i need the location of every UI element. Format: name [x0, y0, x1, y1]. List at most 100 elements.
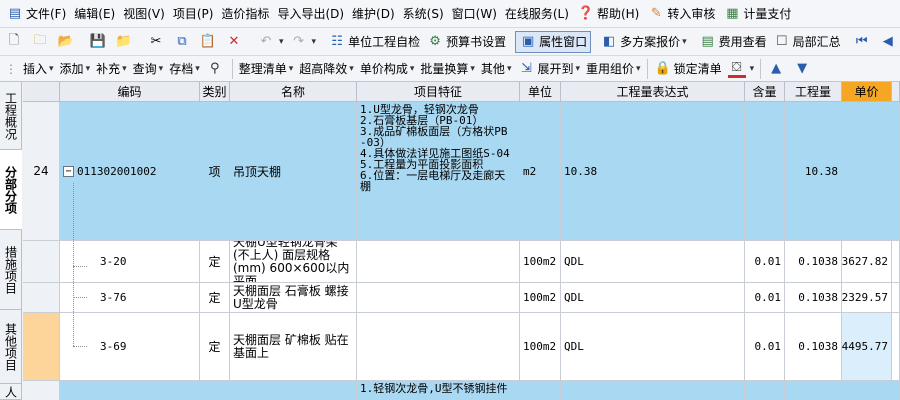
row-content-cell[interactable] — [745, 102, 785, 241]
column-header-quantity[interactable]: 工程量 — [785, 82, 842, 102]
menu-view[interactable]: 视图(V) — [119, 0, 169, 28]
column-header-category[interactable]: 类别 — [200, 82, 230, 102]
row-expression-cell[interactable]: 10.38 — [561, 102, 745, 241]
row-number[interactable] — [23, 241, 60, 283]
move-up-icon[interactable]: ▲ — [764, 57, 790, 81]
menu-cost-index[interactable]: 造价指标 — [217, 0, 273, 28]
organize-list-button[interactable]: 整理清单 — [236, 57, 297, 81]
menu-help[interactable]: ❓ 帮助(H) — [573, 0, 643, 28]
menu-measure-payment[interactable]: ▦ 计量支付 — [719, 0, 795, 28]
row-code-cell[interactable] — [60, 381, 200, 400]
cut-icon[interactable]: ✂ — [144, 30, 170, 54]
row-category-cell[interactable]: 定 — [200, 283, 230, 313]
row-features-cell[interactable] — [357, 241, 520, 283]
row-unit-cell[interactable]: 100m2 — [520, 241, 561, 283]
menu-edit[interactable]: 编辑(E) — [70, 0, 119, 28]
supplement-button[interactable]: 补充 — [93, 57, 130, 81]
batch-convert-button[interactable]: 批量换算 — [417, 57, 478, 81]
column-header-features[interactable]: 项目特征 — [357, 82, 520, 102]
row-price-cell[interactable] — [842, 102, 892, 241]
row-code-cell[interactable]: −011302001002 — [60, 102, 200, 241]
row-number[interactable]: 24 — [23, 102, 60, 241]
column-header-unit[interactable]: 单位 — [520, 82, 561, 102]
column-header-expression[interactable]: 工程量表达式 — [561, 82, 745, 102]
row-code-cell[interactable]: 3-20 — [60, 241, 200, 283]
fee-view-button[interactable]: ▤ 费用查看 — [696, 30, 770, 54]
row-content-cell[interactable]: 0.01 — [745, 313, 785, 381]
row-category-cell[interactable]: 项 — [200, 102, 230, 241]
tab-other-items[interactable]: 其他项目 — [0, 310, 22, 384]
column-header-name[interactable]: 名称 — [230, 82, 357, 102]
fill-color-button[interactable]: ⛋ — [725, 57, 758, 81]
row-quantity-cell[interactable] — [785, 381, 842, 400]
row-content-cell[interactable] — [745, 381, 785, 400]
row-features-cell[interactable] — [357, 313, 520, 381]
new-icon[interactable]: 🗋 — [2, 30, 28, 54]
row-category-cell[interactable]: 定 — [200, 313, 230, 381]
row-category-cell[interactable] — [200, 381, 230, 400]
row-content-cell[interactable]: 0.01 — [745, 241, 785, 283]
tab-more[interactable]: 人 — [0, 384, 22, 400]
row-number[interactable] — [23, 283, 60, 313]
row-name-cell[interactable]: 天棚面层 石膏板 螺接U型龙骨 — [230, 283, 357, 313]
row-content-cell[interactable]: 0.01 — [745, 283, 785, 313]
budget-settings-button[interactable]: ⚙ 预算书设置 — [423, 30, 509, 54]
row-features-cell[interactable]: 1.U型龙骨，轻钢次龙骨 2.石膏板基层（PB-01） 3.成品矿棉板面层（方格… — [357, 102, 520, 241]
row-unit-cell[interactable] — [520, 381, 561, 400]
row-price-cell[interactable]: 2329.57 — [842, 283, 892, 313]
row-unit-cell[interactable]: 100m2 — [520, 313, 561, 381]
binoculars-icon[interactable]: ⚲ — [203, 57, 229, 81]
menu-import-export[interactable]: 导入导出(D) — [273, 0, 348, 28]
partial-summary-button[interactable]: ☐ 局部汇总 — [770, 30, 844, 54]
height-reduction-button[interactable]: 超高降效 — [296, 57, 357, 81]
row-quantity-cell[interactable]: 0.1038 — [785, 313, 842, 381]
row-number[interactable] — [23, 313, 60, 381]
row-expression-cell[interactable] — [561, 381, 745, 400]
collapse-icon[interactable]: − — [63, 165, 74, 177]
lock-list-button[interactable]: 🔒 锁定清单 — [651, 57, 725, 81]
column-header-code[interactable]: 编码 — [60, 82, 200, 102]
new-project-icon[interactable]: 🗀 — [28, 30, 54, 54]
row-price-cell[interactable]: 3627.82 — [842, 241, 892, 283]
other-button[interactable]: 其他 — [478, 57, 515, 81]
row-code-cell[interactable]: 3-76 — [60, 283, 200, 313]
copy-icon[interactable]: ⧉ — [170, 30, 196, 54]
unit-composition-button[interactable]: 单价构成 — [357, 57, 418, 81]
row-code-cell[interactable]: 3-69 — [60, 313, 200, 381]
menu-system[interactable]: 系统(S) — [399, 0, 448, 28]
paste-icon[interactable]: 📋 — [196, 30, 222, 54]
insert-button[interactable]: 插入 — [20, 57, 57, 81]
row-unit-cell[interactable]: m2 — [520, 102, 561, 241]
row-expression-cell[interactable]: QDL — [561, 313, 745, 381]
row-name-cell[interactable]: 吊顶天棚 — [230, 102, 357, 241]
tab-project-overview[interactable]: 工程概况 — [0, 82, 22, 150]
save-icon[interactable]: 💾 — [86, 30, 112, 54]
row-number[interactable] — [23, 381, 60, 400]
menu-file[interactable]: ▤ 文件(F) — [2, 0, 70, 28]
add-button[interactable]: 添加 — [57, 57, 94, 81]
menu-online-service[interactable]: 在线服务(L) — [501, 0, 573, 28]
row-expression-cell[interactable]: QDL — [561, 283, 745, 313]
menu-window[interactable]: 窗口(W) — [448, 0, 501, 28]
open-icon[interactable]: 📂 — [54, 30, 80, 54]
row-features-cell[interactable] — [357, 283, 520, 313]
folder-icon[interactable]: 📁 — [112, 30, 138, 54]
row-quantity-cell[interactable]: 0.1038 — [785, 283, 842, 313]
move-down-icon[interactable]: ▼ — [790, 57, 816, 81]
row-quantity-cell[interactable]: 0.1038 — [785, 241, 842, 283]
column-header-content[interactable]: 含量 — [745, 82, 785, 102]
tab-sub-items[interactable]: 分部分项 — [0, 150, 22, 230]
prev-icon[interactable]: ◀ — [876, 30, 900, 54]
query-button[interactable]: 查询 — [130, 57, 167, 81]
column-header-unit-price[interactable]: 单价 — [842, 82, 892, 102]
row-price-cell[interactable]: 4495.77 — [842, 313, 892, 381]
undo-icon[interactable]: ↶ — [254, 30, 287, 54]
row-quantity-cell[interactable]: 10.38 — [785, 102, 842, 241]
expand-to-button[interactable]: ⇲ 展开到 — [514, 57, 583, 81]
row-name-cell[interactable]: 天棚U型轻钢龙骨架(不上人) 面层规格(mm) 600×600以内 平面 — [230, 241, 357, 283]
menu-transfer-audit[interactable]: ✎ 转入审核 — [643, 0, 719, 28]
row-category-cell[interactable]: 定 — [200, 241, 230, 283]
row-features-cell[interactable]: 1.轻钢次龙骨,U型不锈钢挂件 — [357, 381, 520, 400]
row-unit-cell[interactable]: 100m2 — [520, 283, 561, 313]
redo-icon[interactable]: ↷ — [287, 30, 320, 54]
